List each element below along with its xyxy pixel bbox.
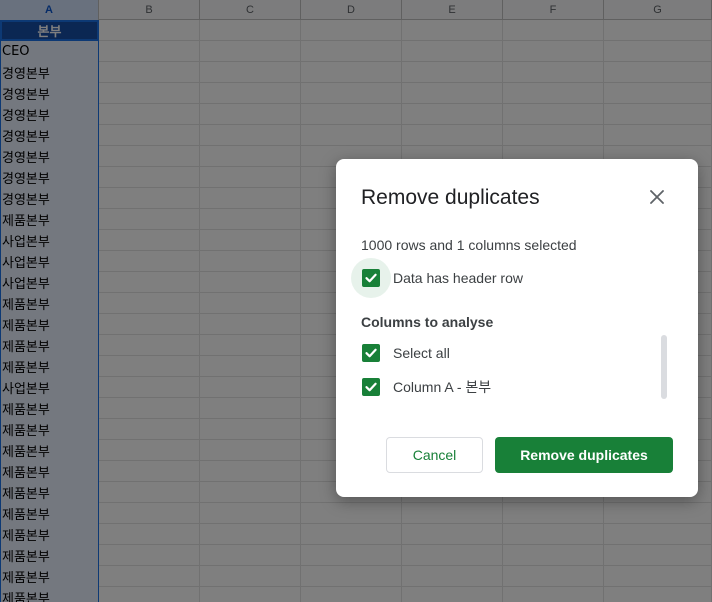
columns-section-label: Columns to analyse bbox=[361, 314, 494, 330]
remove-duplicates-button[interactable]: Remove duplicates bbox=[495, 437, 673, 473]
header-row-checkbox[interactable] bbox=[362, 269, 380, 287]
remove-duplicates-dialog: Remove duplicates 1000 rows and 1 column… bbox=[336, 159, 698, 497]
checkmark-icon bbox=[365, 382, 377, 392]
select-all-label: Select all bbox=[393, 345, 450, 361]
columns-scrollbar[interactable] bbox=[661, 335, 667, 399]
select-all-option[interactable]: Select all bbox=[361, 343, 450, 363]
select-all-checkbox[interactable] bbox=[362, 344, 380, 362]
header-row-label: Data has header row bbox=[393, 270, 523, 286]
header-row-option[interactable]: Data has header row bbox=[351, 258, 523, 298]
close-button[interactable] bbox=[644, 184, 670, 210]
column-a-option[interactable]: Column A - 본부 bbox=[361, 377, 491, 397]
cancel-button[interactable]: Cancel bbox=[386, 437, 483, 473]
column-a-label: Column A - 본부 bbox=[393, 379, 492, 395]
column-a-checkbox[interactable] bbox=[362, 378, 380, 396]
checkmark-icon bbox=[365, 273, 377, 283]
dialog-title: Remove duplicates bbox=[361, 186, 540, 209]
checkmark-icon bbox=[365, 348, 377, 358]
scrollbar-thumb[interactable] bbox=[661, 335, 667, 399]
selection-info: 1000 rows and 1 columns selected bbox=[361, 237, 577, 253]
close-icon bbox=[650, 190, 664, 204]
